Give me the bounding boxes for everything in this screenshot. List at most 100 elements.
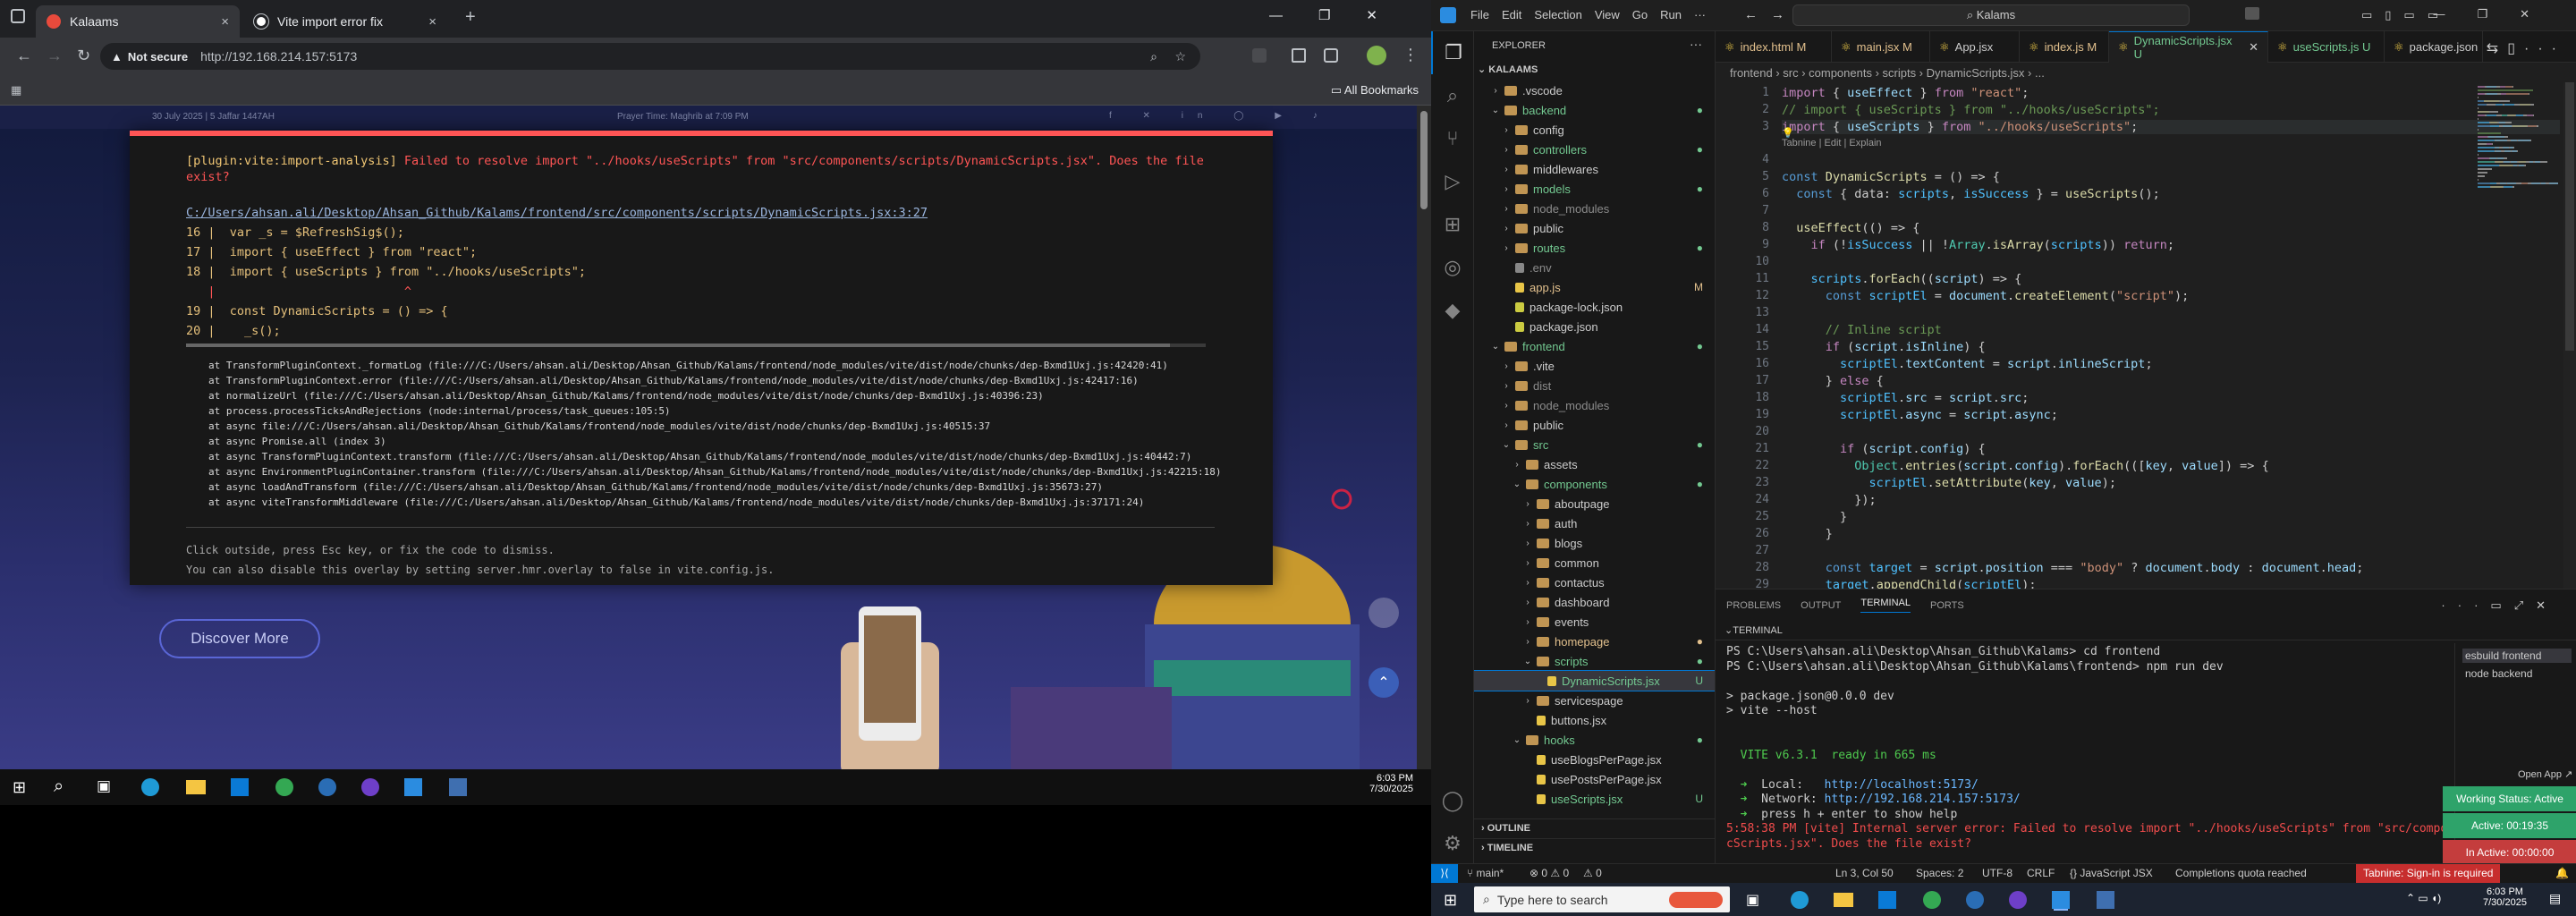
forward-icon[interactable]: →: [47, 47, 63, 65]
discover-more-button[interactable]: Discover More: [159, 619, 320, 658]
tabnine-status[interactable]: Tabnine: Sign-in is required: [2356, 864, 2501, 883]
copilot-icon[interactable]: [2245, 7, 2259, 20]
menu-item[interactable]: File: [1470, 8, 1489, 21]
folder-item[interactable]: › homepage ●: [1474, 632, 1715, 651]
close-window-icon[interactable]: ✕: [1366, 8, 1413, 23]
panel-tab[interactable]: PROBLEMS: [1726, 600, 1781, 611]
run-debug-icon[interactable]: ▷: [1431, 160, 1474, 203]
file-item[interactable]: useBlogsPerPage.jsx: [1474, 750, 1715, 769]
outline-section[interactable]: › OUTLINE: [1474, 818, 1715, 838]
nav-forward-icon[interactable]: →: [1771, 7, 1784, 22]
tray-icons[interactable]: ⌃ ▭ ◖): [2406, 892, 2441, 904]
editor-actions[interactable]: ⇆▯···: [2487, 39, 2565, 57]
remote-explorer-icon[interactable]: ◎: [1431, 246, 1474, 289]
cursor-position[interactable]: Ln 3, Col 50: [1835, 867, 1894, 879]
encoding[interactable]: UTF-8: [1982, 867, 2012, 879]
app-icon[interactable]: [318, 778, 336, 796]
app-icon[interactable]: [1966, 891, 1984, 909]
editor-tab[interactable]: ⚛ App.jsx: [1930, 31, 2020, 63]
tabnine-icon[interactable]: ◆: [1431, 289, 1474, 332]
file-item[interactable]: buttons.jsx: [1474, 710, 1715, 730]
folder-item[interactable]: › dist: [1474, 376, 1715, 395]
panel-tab[interactable]: TERMINAL: [1860, 598, 1911, 613]
url-text[interactable]: http://192.168.214.157:5173: [200, 49, 357, 64]
menu-item[interactable]: Go: [1632, 8, 1648, 21]
menu-item[interactable]: Edit: [1502, 8, 1521, 21]
indentation[interactable]: Spaces: 2: [1916, 867, 1963, 879]
vscode-window-controls[interactable]: —❐✕: [2433, 7, 2562, 21]
chat-button[interactable]: [1368, 598, 1399, 628]
folder-item[interactable]: › common: [1474, 553, 1715, 572]
folder-item[interactable]: › node_modules: [1474, 395, 1715, 415]
terminal-item-node[interactable]: node backend: [2462, 666, 2535, 681]
chrome-menu-icon[interactable]: ⋮: [1402, 46, 1419, 64]
vscode-icon[interactable]: [404, 778, 422, 796]
completions-status[interactable]: Completions quota reached: [2175, 867, 2307, 879]
profile-avatar[interactable]: [1367, 46, 1386, 65]
code-editor[interactable]: 1 import { useEffect } from "react"; 2 // i…: [1716, 82, 2576, 589]
tab-vite-error[interactable]: Vite import error fix ×: [243, 5, 447, 38]
terminal-output[interactable]: PS C:\Users\ahsan.ali\Desktop\Ahsan_Gith…: [1716, 643, 2576, 862]
language-mode[interactable]: {} JavaScript JSX: [2070, 867, 2153, 879]
folder-item[interactable]: › node_modules: [1474, 199, 1715, 218]
tab-kalaams[interactable]: Kalaams ×: [36, 5, 240, 38]
folder-item[interactable]: › controllers ●: [1474, 140, 1715, 159]
menu-item[interactable]: Selection: [1534, 8, 1581, 21]
file-explorer-icon[interactable]: [1834, 893, 1853, 907]
close-tab-icon[interactable]: ✕: [2249, 40, 2258, 55]
folder-item[interactable]: › config: [1474, 120, 1715, 140]
reload-icon[interactable]: ↻: [77, 47, 90, 65]
github-desktop-icon[interactable]: [2009, 891, 2027, 909]
menu-item[interactable]: View: [1595, 8, 1620, 21]
folder-item[interactable]: ⌄ frontend ●: [1474, 336, 1715, 356]
taskbar-search-box[interactable]: ⌕ Type here to search: [1474, 886, 1730, 912]
vscode-icon[interactable]: [2052, 891, 2070, 909]
folder-item[interactable]: › blogs: [1474, 533, 1715, 553]
scrollbar-thumb[interactable]: [1420, 111, 1428, 209]
file-item[interactable]: package.json: [1474, 317, 1715, 336]
menu-item[interactable]: ···: [1694, 8, 1706, 21]
folder-item[interactable]: › middlewares: [1474, 159, 1715, 179]
clock[interactable]: 6:03 PM 7/30/2025: [1369, 773, 1413, 794]
social-icons[interactable]: f ✕ in ◯ ▶ ♪: [1109, 111, 1332, 121]
editor-tab[interactable]: ⚛ main.jsx M: [1832, 31, 1930, 63]
frame-scrollbar[interactable]: [186, 344, 1206, 347]
chrome-icon[interactable]: [1923, 891, 1941, 909]
panel-tab[interactable]: PORTS: [1930, 600, 1964, 611]
code-lens[interactable]: Tabnine | Edit | Explain: [1782, 138, 1882, 148]
folder-item[interactable]: › dashboard: [1474, 592, 1715, 612]
file-item[interactable]: usePostsPerPage.jsx: [1474, 769, 1715, 789]
zoom-icon[interactable]: ⌕: [1150, 49, 1157, 64]
file-item[interactable]: .env: [1474, 258, 1715, 277]
store-icon[interactable]: [1878, 891, 1896, 909]
tab-search-icon[interactable]: [11, 9, 25, 23]
github-desktop-icon[interactable]: [361, 778, 379, 796]
page-scrollbar[interactable]: [1417, 106, 1431, 769]
minimize-icon[interactable]: —: [1269, 8, 1318, 23]
search-icon[interactable]: ⌕: [1431, 74, 1474, 117]
breadcrumb[interactable]: frontend › src › components › scripts › …: [1716, 63, 2576, 82]
remote-indicator-icon[interactable]: ⟩⟨: [1431, 864, 1458, 883]
close-tab-icon[interactable]: ×: [221, 14, 229, 30]
source-control-icon[interactable]: ⑂: [1431, 117, 1474, 160]
task-view-icon[interactable]: ▣: [97, 777, 111, 795]
folder-item[interactable]: › public: [1474, 218, 1715, 238]
file-item[interactable]: DynamicScripts.jsx U: [1474, 670, 1715, 691]
extensions-puzzle-icon[interactable]: [1324, 48, 1338, 63]
error-message[interactable]: [plugin:vite:import-analysis] Failed to …: [186, 154, 1204, 168]
close-tab-icon[interactable]: ×: [428, 14, 436, 30]
editor-tab[interactable]: ⚛ package.json: [2385, 31, 2483, 63]
extension-icon[interactable]: [1252, 48, 1267, 63]
folder-item[interactable]: › .vite: [1474, 356, 1715, 376]
minimap[interactable]: [2478, 82, 2558, 261]
folder-item[interactable]: › events: [1474, 612, 1715, 632]
folder-item[interactable]: › models ●: [1474, 179, 1715, 199]
edge-icon[interactable]: [141, 778, 159, 796]
new-tab-button[interactable]: +: [465, 7, 476, 28]
windows-start-icon[interactable]: ⊞: [13, 778, 26, 797]
lightbulb-icon[interactable]: 💡: [1782, 127, 1794, 139]
panel-tab[interactable]: OUTPUT: [1801, 600, 1841, 611]
folder-item[interactable]: › public: [1474, 415, 1715, 435]
editor-tab[interactable]: ⚛ DynamicScripts.jsx U ✕: [2109, 31, 2268, 63]
task-view-icon[interactable]: ▣: [1746, 891, 1759, 909]
